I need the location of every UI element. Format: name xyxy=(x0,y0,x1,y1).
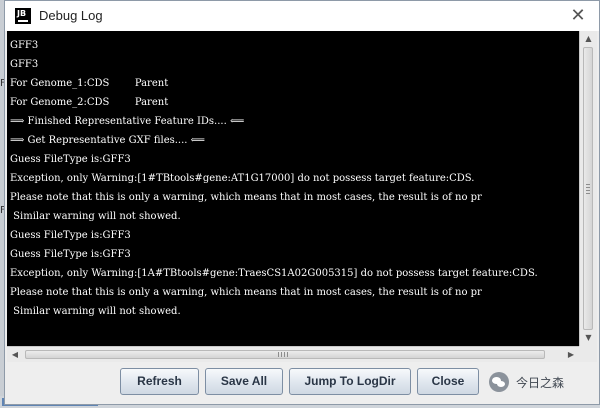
wechat-icon xyxy=(489,372,509,392)
log-line: Guess FileType is:GFF3 xyxy=(10,230,131,241)
grip-line xyxy=(278,352,279,357)
jump-to-logdir-button[interactable]: Jump To LogDir xyxy=(289,368,411,395)
debug-log-window: JB Debug Log ✕ ⟹ Predict Representative … xyxy=(4,0,600,405)
title-bar[interactable]: JB Debug Log ✕ xyxy=(5,1,599,31)
log-line: Similar warning will not showed. xyxy=(10,306,181,317)
log-line: Guess FileType is:GFF3 xyxy=(10,154,131,165)
vertical-scroll-thumb[interactable] xyxy=(583,47,593,330)
jetbrains-app-icon: JB xyxy=(15,8,31,24)
horizontal-scrollbar[interactable]: ◀ ▶ xyxy=(7,346,579,362)
log-line: Please note that this is only a warning,… xyxy=(10,192,482,203)
log-line: For Genome_2:CDS Parent xyxy=(10,97,169,108)
grip-line xyxy=(586,193,590,194)
watermark-text: 今日之森 xyxy=(516,376,565,390)
refresh-button[interactable]: Refresh xyxy=(120,368,199,395)
grip-line xyxy=(586,187,590,188)
log-lines: ⟹ Predict Representative Feature IDs....… xyxy=(7,31,538,321)
close-button[interactable]: Close xyxy=(417,368,479,395)
grip-line xyxy=(281,352,282,357)
grip-line xyxy=(586,184,590,185)
scrollbar-corner xyxy=(579,346,597,362)
log-line: ⟹ Finished Representative Feature IDs...… xyxy=(10,116,245,127)
scroll-right-arrow-icon[interactable]: ▶ xyxy=(563,347,579,362)
log-line: Similar warning will not showed. xyxy=(10,211,181,222)
log-line: For Genome_1:CDS Parent xyxy=(10,78,169,89)
scroll-down-arrow-icon[interactable]: ▼ xyxy=(580,330,597,346)
scroll-left-arrow-icon[interactable]: ◀ xyxy=(7,347,23,362)
horizontal-scroll-thumb[interactable] xyxy=(25,350,545,359)
log-line: Please note that this is only a warning,… xyxy=(10,287,482,298)
grip-line xyxy=(586,190,590,191)
save-all-button[interactable]: Save All xyxy=(205,368,283,395)
close-icon[interactable]: ✕ xyxy=(567,5,589,27)
grip-line xyxy=(284,352,285,357)
log-line: Exception, only Warning:[1A#TBtools#gene… xyxy=(10,268,538,279)
vertical-scrollbar[interactable]: ▲ ▼ xyxy=(579,31,597,346)
scroll-up-arrow-icon[interactable]: ▲ xyxy=(580,31,597,47)
log-line: ⟹ Get Representative GXF files.... ⟸ xyxy=(10,135,205,146)
log-line: Exception, only Warning:[1#TBtools#gene:… xyxy=(10,173,475,184)
window-title: Debug Log xyxy=(39,8,103,23)
log-line: Guess FileType is:GFF3 xyxy=(10,249,131,260)
log-line: GFF3 xyxy=(10,59,39,70)
log-text-area[interactable]: ⟹ Predict Representative Feature IDs....… xyxy=(7,31,579,346)
grip-line xyxy=(287,352,288,357)
log-line: GFF3 xyxy=(10,40,39,51)
